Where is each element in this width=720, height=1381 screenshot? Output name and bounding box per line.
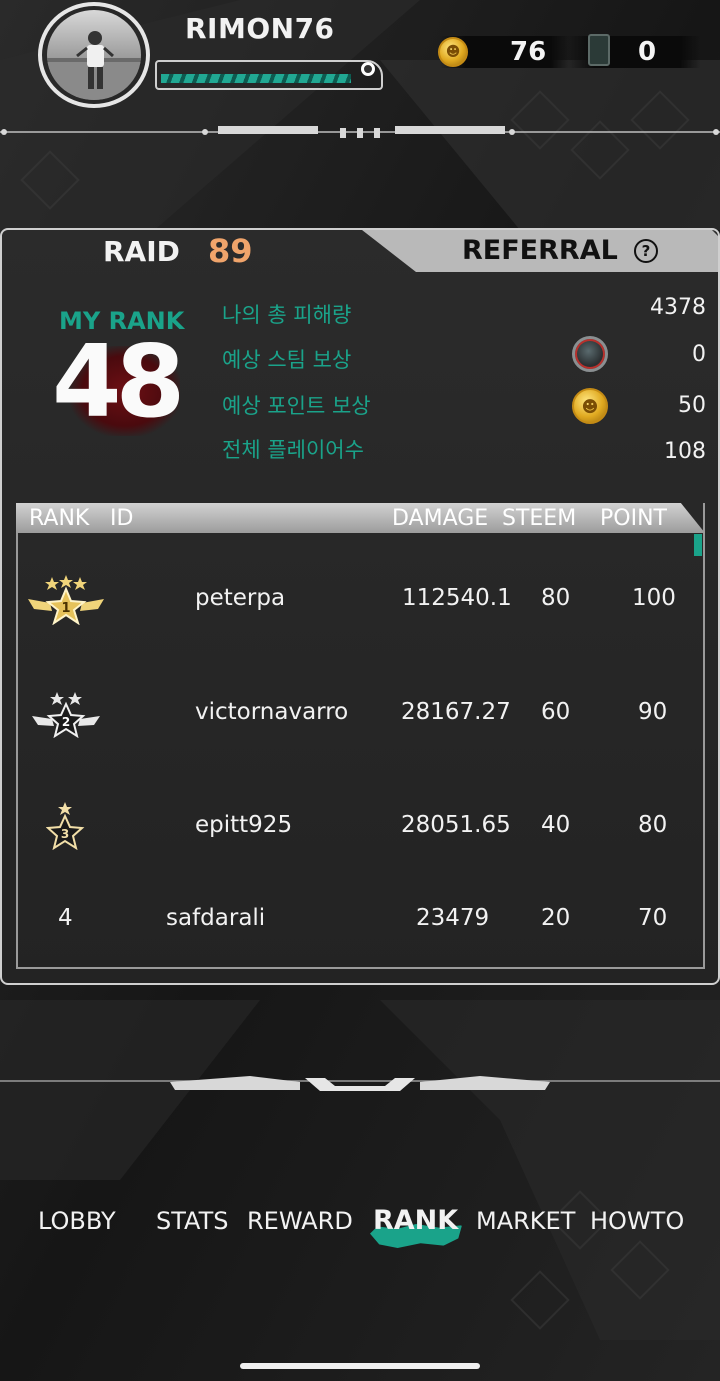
header-damage: DAMAGE: [392, 506, 489, 531]
row-4-damage: 23479: [416, 905, 490, 931]
row-2-point: 90: [638, 699, 668, 725]
stat-steem-reward-value: 0: [692, 342, 706, 367]
xp-progress-fill: [161, 74, 351, 83]
card-balance: 0: [638, 37, 657, 67]
tab-referral[interactable]: REFERRAL: [462, 235, 618, 266]
row-2-steem: 60: [541, 699, 571, 725]
stat-total-players-label: 전체 플레이어수: [222, 438, 364, 462]
my-rank-value: 48: [52, 323, 185, 440]
header-point: POINT: [600, 506, 667, 531]
nav-lobby[interactable]: LOBBY: [38, 1207, 116, 1235]
avatar-photo: [47, 10, 141, 100]
card-icon: [588, 34, 610, 66]
steem-icon: [572, 336, 608, 372]
row-2-id: victornavarro: [195, 699, 349, 725]
stat-total-damage-label: 나의 총 피해량: [222, 303, 352, 327]
silver-rank-badge-icon: 2: [32, 692, 100, 738]
row-4-point: 70: [638, 905, 668, 931]
coin-balance: 76: [510, 37, 547, 67]
header-id: ID: [110, 506, 134, 531]
point-coin-icon: ☻: [572, 388, 608, 424]
row-3-steem: 40: [541, 812, 571, 838]
raid-number: 89: [208, 232, 253, 270]
tab-raid[interactable]: RAID: [103, 235, 180, 268]
row-2-damage: 28167.27: [401, 699, 511, 725]
username: RIMON76: [185, 12, 335, 45]
nav-rank[interactable]: RANK: [373, 1205, 458, 1236]
nav-reward[interactable]: REWARD: [247, 1207, 353, 1235]
nav-stats[interactable]: STATS: [156, 1207, 228, 1235]
svg-text:2: 2: [62, 715, 70, 729]
svg-text:1: 1: [61, 601, 70, 616]
avatar[interactable]: [38, 2, 150, 108]
stat-steem-reward-label: 예상 스팀 보상: [222, 348, 352, 372]
row-3-damage: 28051.65: [401, 812, 511, 838]
stat-point-reward-label: 예상 포인트 보상: [222, 394, 371, 418]
help-icon[interactable]: ?: [634, 239, 658, 263]
coin-icon: ☻: [438, 37, 468, 67]
row-1-id: peterpa: [195, 585, 286, 611]
row-1-steem: 80: [541, 585, 571, 611]
gold-rank-badge-icon: 1: [28, 575, 104, 625]
xp-progress-knob: [361, 62, 375, 76]
row-3-id: epitt925: [195, 812, 293, 838]
nav-market[interactable]: MARKET: [476, 1207, 575, 1235]
header-steem: STEEM: [502, 506, 577, 531]
header-rank: RANK: [29, 506, 90, 531]
row-4-steem: 20: [541, 905, 571, 931]
row-3-point: 80: [638, 812, 668, 838]
table-scrollbar[interactable]: [694, 534, 702, 556]
row-4-id: safdarali: [166, 905, 266, 931]
xp-progress-bar: [155, 60, 383, 90]
home-indicator[interactable]: [240, 1363, 480, 1369]
row-4-rank: 4: [58, 905, 73, 931]
stat-total-players-value: 108: [664, 439, 706, 464]
row-1-damage: 112540.1: [402, 585, 512, 611]
nav-howto[interactable]: HOWTO: [590, 1207, 684, 1235]
bronze-rank-badge-icon: 3: [46, 802, 85, 850]
stat-point-reward-value: 50: [678, 393, 706, 418]
row-1-point: 100: [632, 585, 676, 611]
svg-text:3: 3: [61, 827, 69, 841]
stat-total-damage-value: 4378: [650, 295, 706, 320]
leaderboard-table[interactable]: [16, 503, 705, 969]
